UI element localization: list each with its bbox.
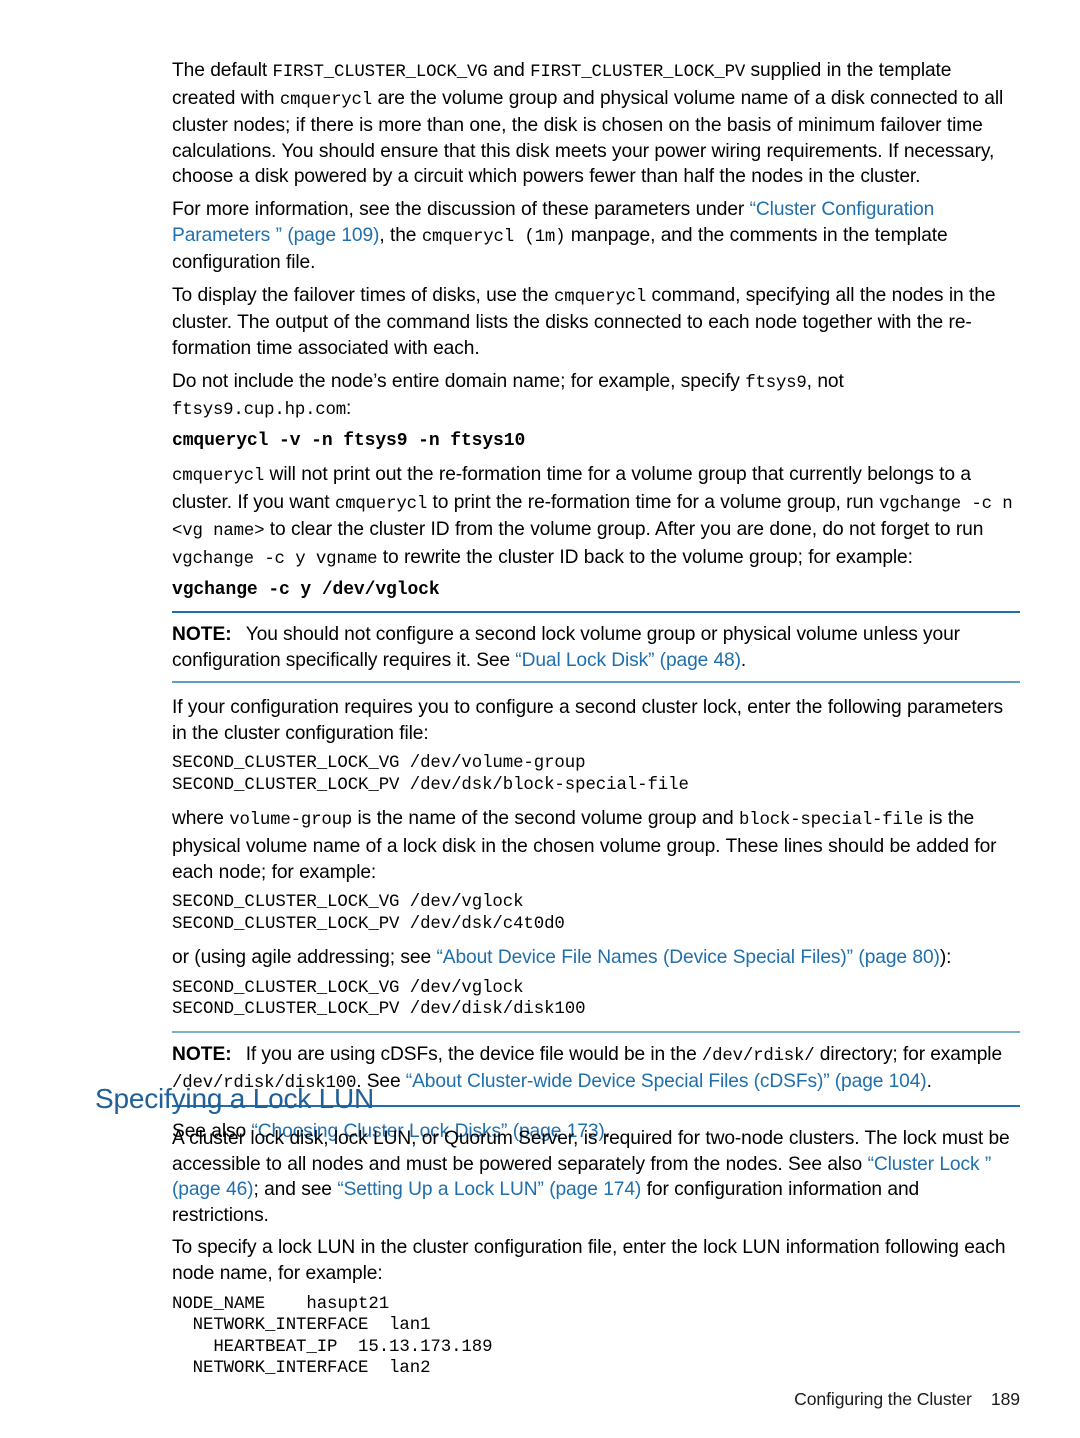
code-inline-cmquerycl: cmquerycl: [172, 467, 265, 487]
text-fragment: or (using agile addressing; see: [172, 947, 437, 969]
paragraph-agile-addressing: or (using agile addressing; see “About D…: [172, 945, 1020, 971]
paragraph-more-information: For more information, see the discussion…: [172, 197, 1020, 276]
text-fragment: .: [740, 649, 747, 671]
text-fragment: , the: [379, 224, 422, 246]
code-inline-cmquerycl: cmquerycl: [334, 494, 428, 514]
code-inline-cmquerycl: cmquerycl: [279, 90, 373, 110]
text-fragment: directory; for example: [814, 1043, 1003, 1065]
code-block-second-cluster-lock-agile: SECOND_CLUSTER_LOCK_VG /dev/vglock SECON…: [172, 978, 586, 1020]
text-fragment: to rewrite the cluster ID back to the vo…: [377, 547, 913, 568]
link-setting-up-a-lock-lun[interactable]: “Setting Up a Lock LUN” (page 174): [337, 1179, 641, 1200]
paragraph-display-failover-times: To display the failover times of disks, …: [172, 283, 1020, 362]
code-inline-cmquerycl-1m: cmquerycl (1m): [421, 227, 566, 247]
document-body-lower: A cluster lock disk, lock LUN, or Quorum…: [172, 1126, 1020, 1390]
text-fragment: Do not include the node’s entire domain …: [172, 370, 746, 392]
page-footer: Configuring the Cluster 189: [794, 1389, 1020, 1409]
paragraph-default-first-cluster-lock: The default FIRST_CLUSTER_LOCK_VG and FI…: [172, 58, 1020, 190]
code-inline-first-cluster-lock-vg: FIRST_CLUSTER_LOCK_VG: [272, 63, 488, 82]
paragraph-cmquerycl-reformation: cmquerycl will not print out the re-form…: [172, 462, 1020, 572]
document-page: The default FIRST_CLUSTER_LOCK_VG and FI…: [0, 0, 1080, 1438]
paragraph-second-cluster-lock-params: If your configuration requires you to co…: [172, 697, 1004, 744]
text-fragment: ; and see: [253, 1179, 338, 1201]
code-inline-first-cluster-lock-pv: FIRST_CLUSTER_LOCK_PV: [530, 63, 746, 82]
link-about-device-file-names[interactable]: “About Device File Names (Device Special…: [436, 947, 939, 968]
code-inline-cmquerycl: cmquerycl: [554, 287, 647, 307]
code-block-node-name-config: NODE_NAME hasupt21 NETWORK_INTERFACE lan…: [172, 1294, 493, 1379]
text-fragment: is the name of the second volume group a…: [352, 808, 739, 830]
note-rule-top: [172, 1030, 1020, 1033]
code-inline-ftsys9-fqdn: ftsys9.cup.hp.com: [172, 401, 347, 421]
text-fragment: :: [346, 398, 352, 420]
link-about-cluster-wide-device-special-files[interactable]: “About Cluster-wide Device Special Files…: [406, 1071, 927, 1092]
code-inline-block-special-file: block-special-file: [738, 811, 924, 831]
document-body-upper: The default FIRST_CLUSTER_LOCK_VG and FI…: [172, 58, 1020, 1152]
command-cmquerycl-example: cmquerycl -v -n ftsys9 -n ftsys10: [172, 430, 526, 451]
paragraph-where-volume-group: where volume-group is the name of the se…: [172, 806, 1020, 885]
paragraph-specify-lock-lun: To specify a lock LUN in the cluster con…: [172, 1237, 1006, 1284]
text-fragment: and: [487, 60, 531, 81]
note-rule-bottom: [172, 681, 1020, 684]
code-block-second-cluster-lock-example: SECOND_CLUSTER_LOCK_VG /dev/vglock SECON…: [172, 893, 565, 934]
link-dual-lock-disk[interactable]: “Dual Lock Disk” (page 48): [515, 650, 741, 671]
text-fragment: , not: [806, 370, 844, 392]
text-fragment: The default: [172, 60, 273, 81]
note-label: NOTE:: [172, 624, 232, 646]
text-fragment: ):: [939, 947, 952, 969]
note-label: NOTE:: [172, 1043, 232, 1065]
paragraph-cluster-lock-requirements: A cluster lock disk, lock LUN, or Quorum…: [172, 1126, 1020, 1228]
section-heading-specifying-a-lock-lun: Specifying a Lock LUN: [95, 1083, 375, 1114]
code-block-second-cluster-lock-template: SECOND_CLUSTER_LOCK_VG /dev/volume-group…: [172, 754, 689, 795]
text-fragment: to clear the cluster ID from the volume …: [264, 519, 984, 541]
text-fragment: If you are using cDSFs, the device file …: [245, 1043, 702, 1065]
text-fragment: For more information, see the discussion…: [172, 198, 750, 220]
code-inline-vgchange-c-y: vgchange -c y vgname: [172, 550, 378, 569]
text-fragment: To display the failover times of disks, …: [172, 284, 554, 306]
code-inline-ftsys9: ftsys9: [745, 373, 807, 393]
text-fragment: to print the re-formation time for a vol…: [427, 491, 880, 513]
text-fragment: where: [172, 808, 230, 830]
code-inline-dev-rdisk: /dev/rdisk/: [701, 1046, 815, 1066]
note-box-second-lock: NOTE: You should not configure a second l…: [172, 611, 1020, 684]
note-rule-top: [172, 611, 1020, 614]
paragraph-domain-name: Do not include the node’s entire domain …: [172, 369, 1020, 424]
code-inline-volume-group: volume-group: [229, 811, 353, 831]
command-vgchange-example: vgchange -c y /dev/vglock: [172, 579, 440, 600]
text-fragment: .: [926, 1071, 932, 1093]
note-text: NOTE: You should not configure a second l…: [172, 622, 1020, 673]
